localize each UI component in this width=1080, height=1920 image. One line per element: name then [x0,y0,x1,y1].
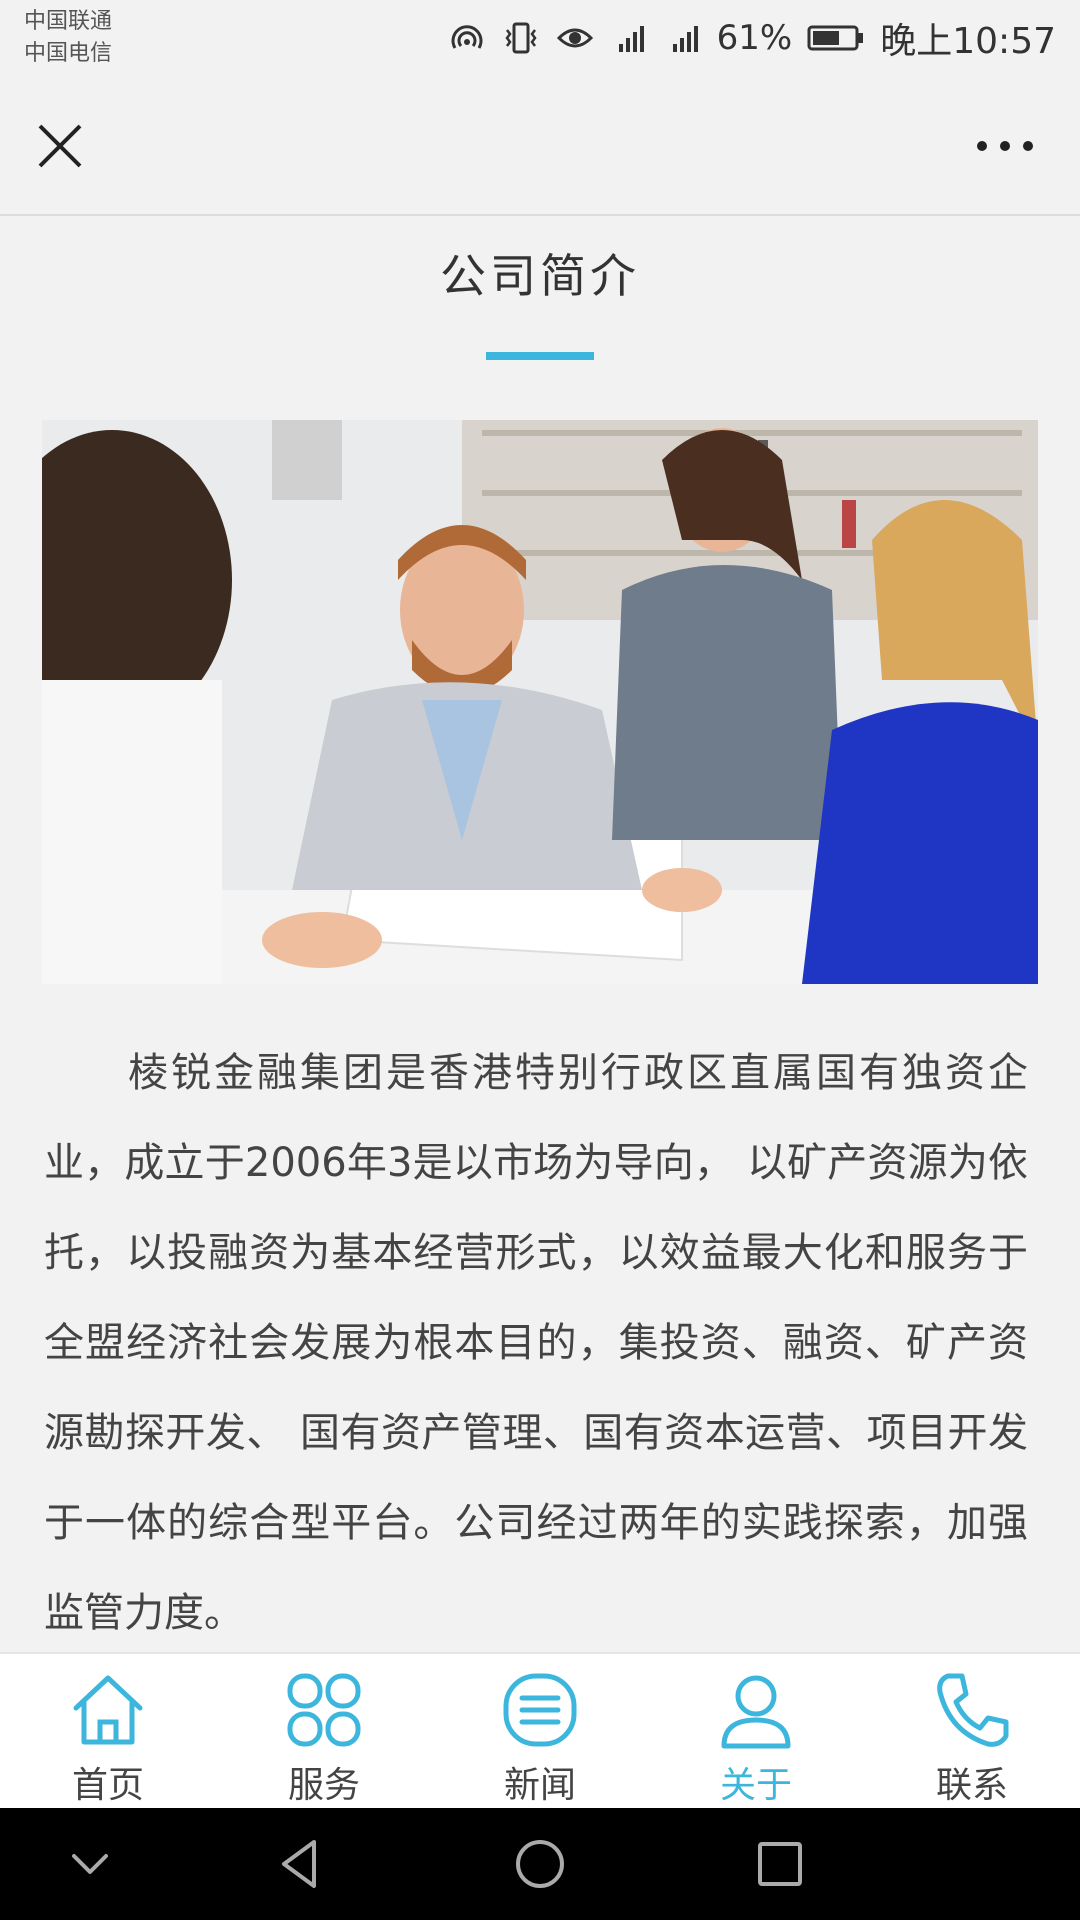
intro-paragraph: 棱锐金融集团是香港特别行政区直属国有独资企业，成立于2006年3是以市场为导向，… [44,1050,1028,1636]
nav-label-about: 关于 [719,1765,792,1806]
user-icon [721,1675,791,1749]
bottom-nav: 首页 服务 新闻 关于 联系 [0,1652,1080,1808]
phone-icon [937,1673,1009,1747]
nav-label-home: 首页 [71,1765,144,1806]
hero-image [42,420,1038,984]
eye-icon [556,28,593,48]
nav-item-about[interactable]: 关于 [648,1654,864,1808]
carrier-1: 中国联通 [24,9,113,34]
title-underline [486,352,594,360]
back-icon[interactable] [270,1834,330,1894]
battery-percent: 61% [716,18,793,58]
title-bar [0,76,1080,216]
signal-2g-icon [618,26,644,52]
nav-label-services: 服务 [287,1765,360,1806]
news-icon [503,1673,577,1747]
hotspot-icon [451,25,483,49]
grid-icon [287,1673,361,1747]
office-meeting-photo [42,420,1038,984]
carrier-2: 中国电信 [24,41,113,66]
home-icon [73,1675,143,1745]
home-circle-icon[interactable] [510,1834,570,1894]
clock: 晚上10:57 [880,21,1056,62]
nav-item-contact[interactable]: 联系 [864,1654,1080,1808]
chevron-down-icon[interactable] [60,1834,120,1894]
nav-label-contact: 联系 [935,1765,1008,1806]
signal-4g-icon [672,26,698,52]
status-bar: 中国联通 中国电信 61% 晚上10:57 [0,0,1080,76]
system-nav-bar [0,1808,1080,1920]
carrier-names: 中国联通 中国电信 [24,6,112,70]
recents-icon[interactable] [750,1834,810,1894]
close-icon[interactable] [28,114,92,178]
nav-label-news: 新闻 [503,1765,576,1806]
nav-item-services[interactable]: 服务 [216,1654,432,1808]
more-icon[interactable] [970,126,1040,166]
vibrate-icon [505,22,537,54]
nav-item-news[interactable]: 新闻 [432,1654,648,1808]
battery-icon [807,25,864,51]
page-title: 公司简介 [440,249,640,303]
nav-item-home[interactable]: 首页 [0,1654,216,1808]
status-indicators: 61% 晚上10:57 [447,10,1056,66]
